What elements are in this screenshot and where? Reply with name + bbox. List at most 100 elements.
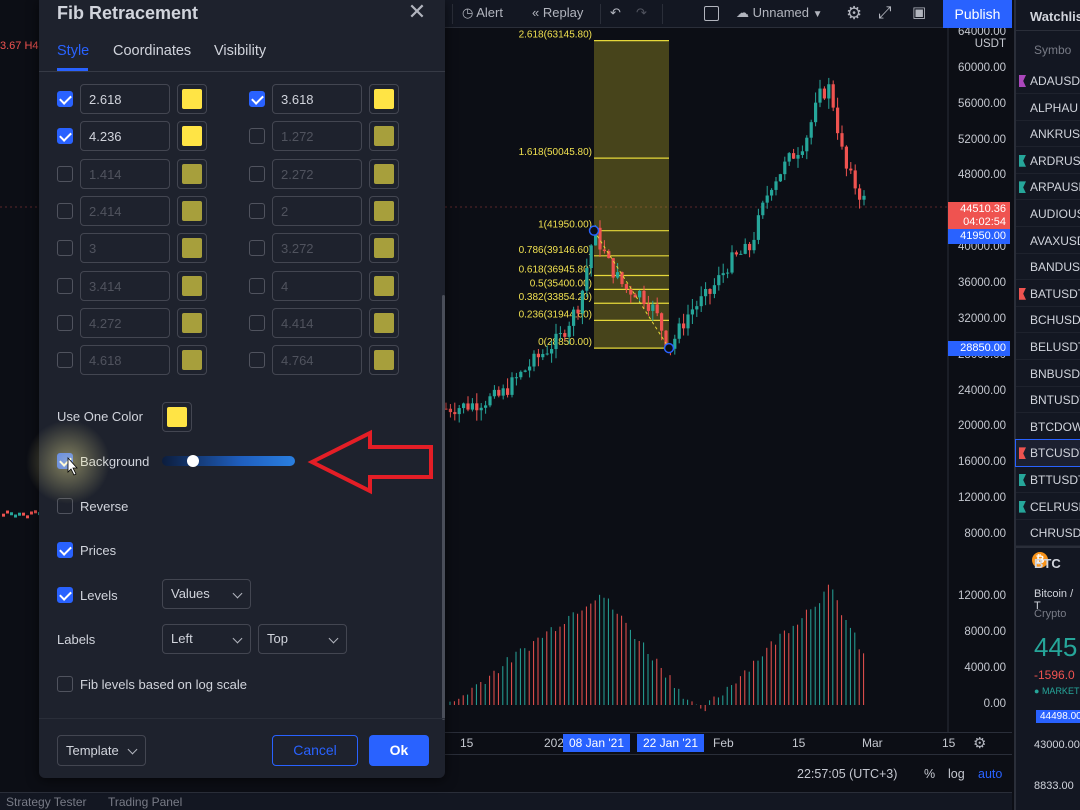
level-color-swatch[interactable] [177, 233, 207, 263]
level-color-swatch[interactable] [369, 308, 399, 338]
camera-icon[interactable]: ▣ [912, 0, 926, 28]
level-value-input[interactable] [272, 308, 362, 338]
layout-name-button[interactable]: ☁ Unnamed ▼ [736, 0, 823, 28]
undo-icon[interactable]: ↶ [610, 0, 621, 28]
close-icon[interactable]: ✕ [405, 1, 429, 25]
level-checkbox[interactable] [249, 91, 265, 107]
levels-format-dropdown[interactable]: Values [162, 579, 251, 609]
watchlist-item[interactable]: BATUSDT [1016, 281, 1080, 307]
watchlist-item[interactable]: ARDRUSD [1016, 148, 1080, 174]
watchlist-item[interactable]: BNTUSDT [1016, 387, 1080, 414]
level-checkbox[interactable] [249, 352, 265, 368]
background-opacity-handle[interactable] [186, 455, 199, 467]
watchlist-item[interactable]: BTCUSDT [1015, 439, 1080, 468]
tab-strategy-tester[interactable]: Strategy Tester [6, 795, 86, 809]
time-axis-settings-icon[interactable]: ⚙ [973, 734, 986, 752]
level-checkbox[interactable] [57, 240, 73, 256]
level-checkbox[interactable] [57, 128, 73, 144]
level-checkbox[interactable] [249, 128, 265, 144]
level-value-input[interactable] [80, 345, 170, 375]
alert-button[interactable]: ◷ Alert [462, 0, 503, 28]
tab-visibility[interactable]: Visibility [214, 43, 266, 59]
reverse-checkbox[interactable] [57, 498, 73, 514]
watchlist-title[interactable]: Watchlis [1030, 9, 1080, 24]
level-color-swatch[interactable] [369, 196, 399, 226]
level-color-swatch[interactable] [369, 121, 399, 151]
level-color-swatch[interactable] [177, 271, 207, 301]
level-checkbox[interactable] [57, 278, 73, 294]
watchlist-item[interactable]: ALPHAU [1016, 95, 1080, 121]
prices-checkbox[interactable] [57, 542, 73, 558]
replay-button[interactable]: « Replay [532, 0, 583, 28]
watchlist-item[interactable]: AUDIOUS [1016, 201, 1080, 227]
fullscreen-layout-icon[interactable] [704, 0, 719, 28]
redo-icon[interactable]: ↷ [636, 0, 647, 28]
time-axis[interactable]: 15 202 Feb 15 Mar 15 08 Jan '21 22 Jan '21 ⚙ [440, 732, 1012, 754]
watchlist-item[interactable]: ADAUSD [1016, 68, 1080, 94]
ok-button[interactable]: Ok [369, 735, 429, 766]
level-value-input[interactable] [272, 196, 362, 226]
tab-coordinates[interactable]: Coordinates [113, 43, 191, 59]
level-checkbox[interactable] [57, 315, 73, 331]
level-color-swatch[interactable] [369, 159, 399, 189]
watchlist-item[interactable]: ARPAUSD [1016, 174, 1080, 201]
watchlist-item[interactable]: CELRUSD [1016, 494, 1080, 520]
background-checkbox[interactable] [57, 453, 73, 469]
watchlist-symbol-header[interactable]: Symbo [1034, 43, 1071, 57]
watchlist-item[interactable]: BNBUSDT [1016, 361, 1080, 387]
level-color-swatch[interactable] [369, 84, 399, 114]
labels-horizontal-dropdown[interactable]: Left [162, 624, 251, 654]
level-checkbox[interactable] [249, 203, 265, 219]
level-checkbox[interactable] [57, 91, 73, 107]
auto-scale-toggle[interactable]: auto [978, 767, 1002, 781]
log-scale-toggle[interactable]: log [948, 767, 965, 781]
level-color-swatch[interactable] [177, 121, 207, 151]
watchlist-item[interactable]: BELUSDT [1016, 334, 1080, 360]
template-dropdown[interactable]: Template [57, 735, 146, 766]
level-value-input[interactable] [80, 121, 170, 151]
watchlist-item[interactable]: BTCDOW [1016, 414, 1080, 440]
level-value-input[interactable] [272, 84, 362, 114]
level-color-swatch[interactable] [369, 271, 399, 301]
level-checkbox[interactable] [249, 278, 265, 294]
level-checkbox[interactable] [249, 315, 265, 331]
cancel-button[interactable]: Cancel [272, 735, 358, 766]
tab-style[interactable]: Style [57, 43, 89, 59]
level-checkbox[interactable] [57, 203, 73, 219]
watchlist-item[interactable]: BANDUSD [1016, 254, 1080, 281]
level-color-swatch[interactable] [177, 196, 207, 226]
level-color-swatch[interactable] [177, 308, 207, 338]
labels-vertical-dropdown[interactable]: Top [258, 624, 347, 654]
levels-checkbox[interactable] [57, 587, 73, 603]
level-value-input[interactable] [272, 159, 362, 189]
watchlist-item[interactable]: BCHUSDT [1016, 307, 1080, 334]
publish-button[interactable]: Publish [943, 0, 1012, 28]
level-checkbox[interactable] [57, 352, 73, 368]
level-checkbox[interactable] [249, 240, 265, 256]
level-value-input[interactable] [80, 196, 170, 226]
level-value-input[interactable] [80, 271, 170, 301]
level-color-swatch[interactable] [177, 159, 207, 189]
watchlist-item[interactable]: AVAXUSD [1016, 228, 1080, 254]
level-color-swatch[interactable] [177, 345, 207, 375]
level-value-input[interactable] [272, 271, 362, 301]
level-value-input[interactable] [80, 233, 170, 263]
level-checkbox[interactable] [57, 166, 73, 182]
percent-scale-toggle[interactable]: % [924, 767, 935, 781]
level-color-swatch[interactable] [369, 233, 399, 263]
tab-trading-panel[interactable]: Trading Panel [108, 795, 182, 809]
use-one-color-swatch[interactable] [162, 402, 192, 432]
level-color-swatch[interactable] [369, 345, 399, 375]
level-value-input[interactable] [80, 308, 170, 338]
watchlist-item[interactable]: ANKRUSD [1016, 121, 1080, 148]
level-value-input[interactable] [80, 159, 170, 189]
watchlist-item[interactable]: BTTUSDT [1016, 467, 1080, 493]
settings-gear-icon[interactable]: ⚙ [846, 0, 862, 28]
level-value-input[interactable] [272, 233, 362, 263]
expand-icon[interactable]: ⤢ [878, 0, 892, 28]
background-opacity-slider[interactable] [162, 456, 295, 466]
level-color-swatch[interactable] [177, 84, 207, 114]
level-value-input[interactable] [272, 121, 362, 151]
level-value-input[interactable] [272, 345, 362, 375]
log-scale-checkbox[interactable] [57, 676, 73, 692]
